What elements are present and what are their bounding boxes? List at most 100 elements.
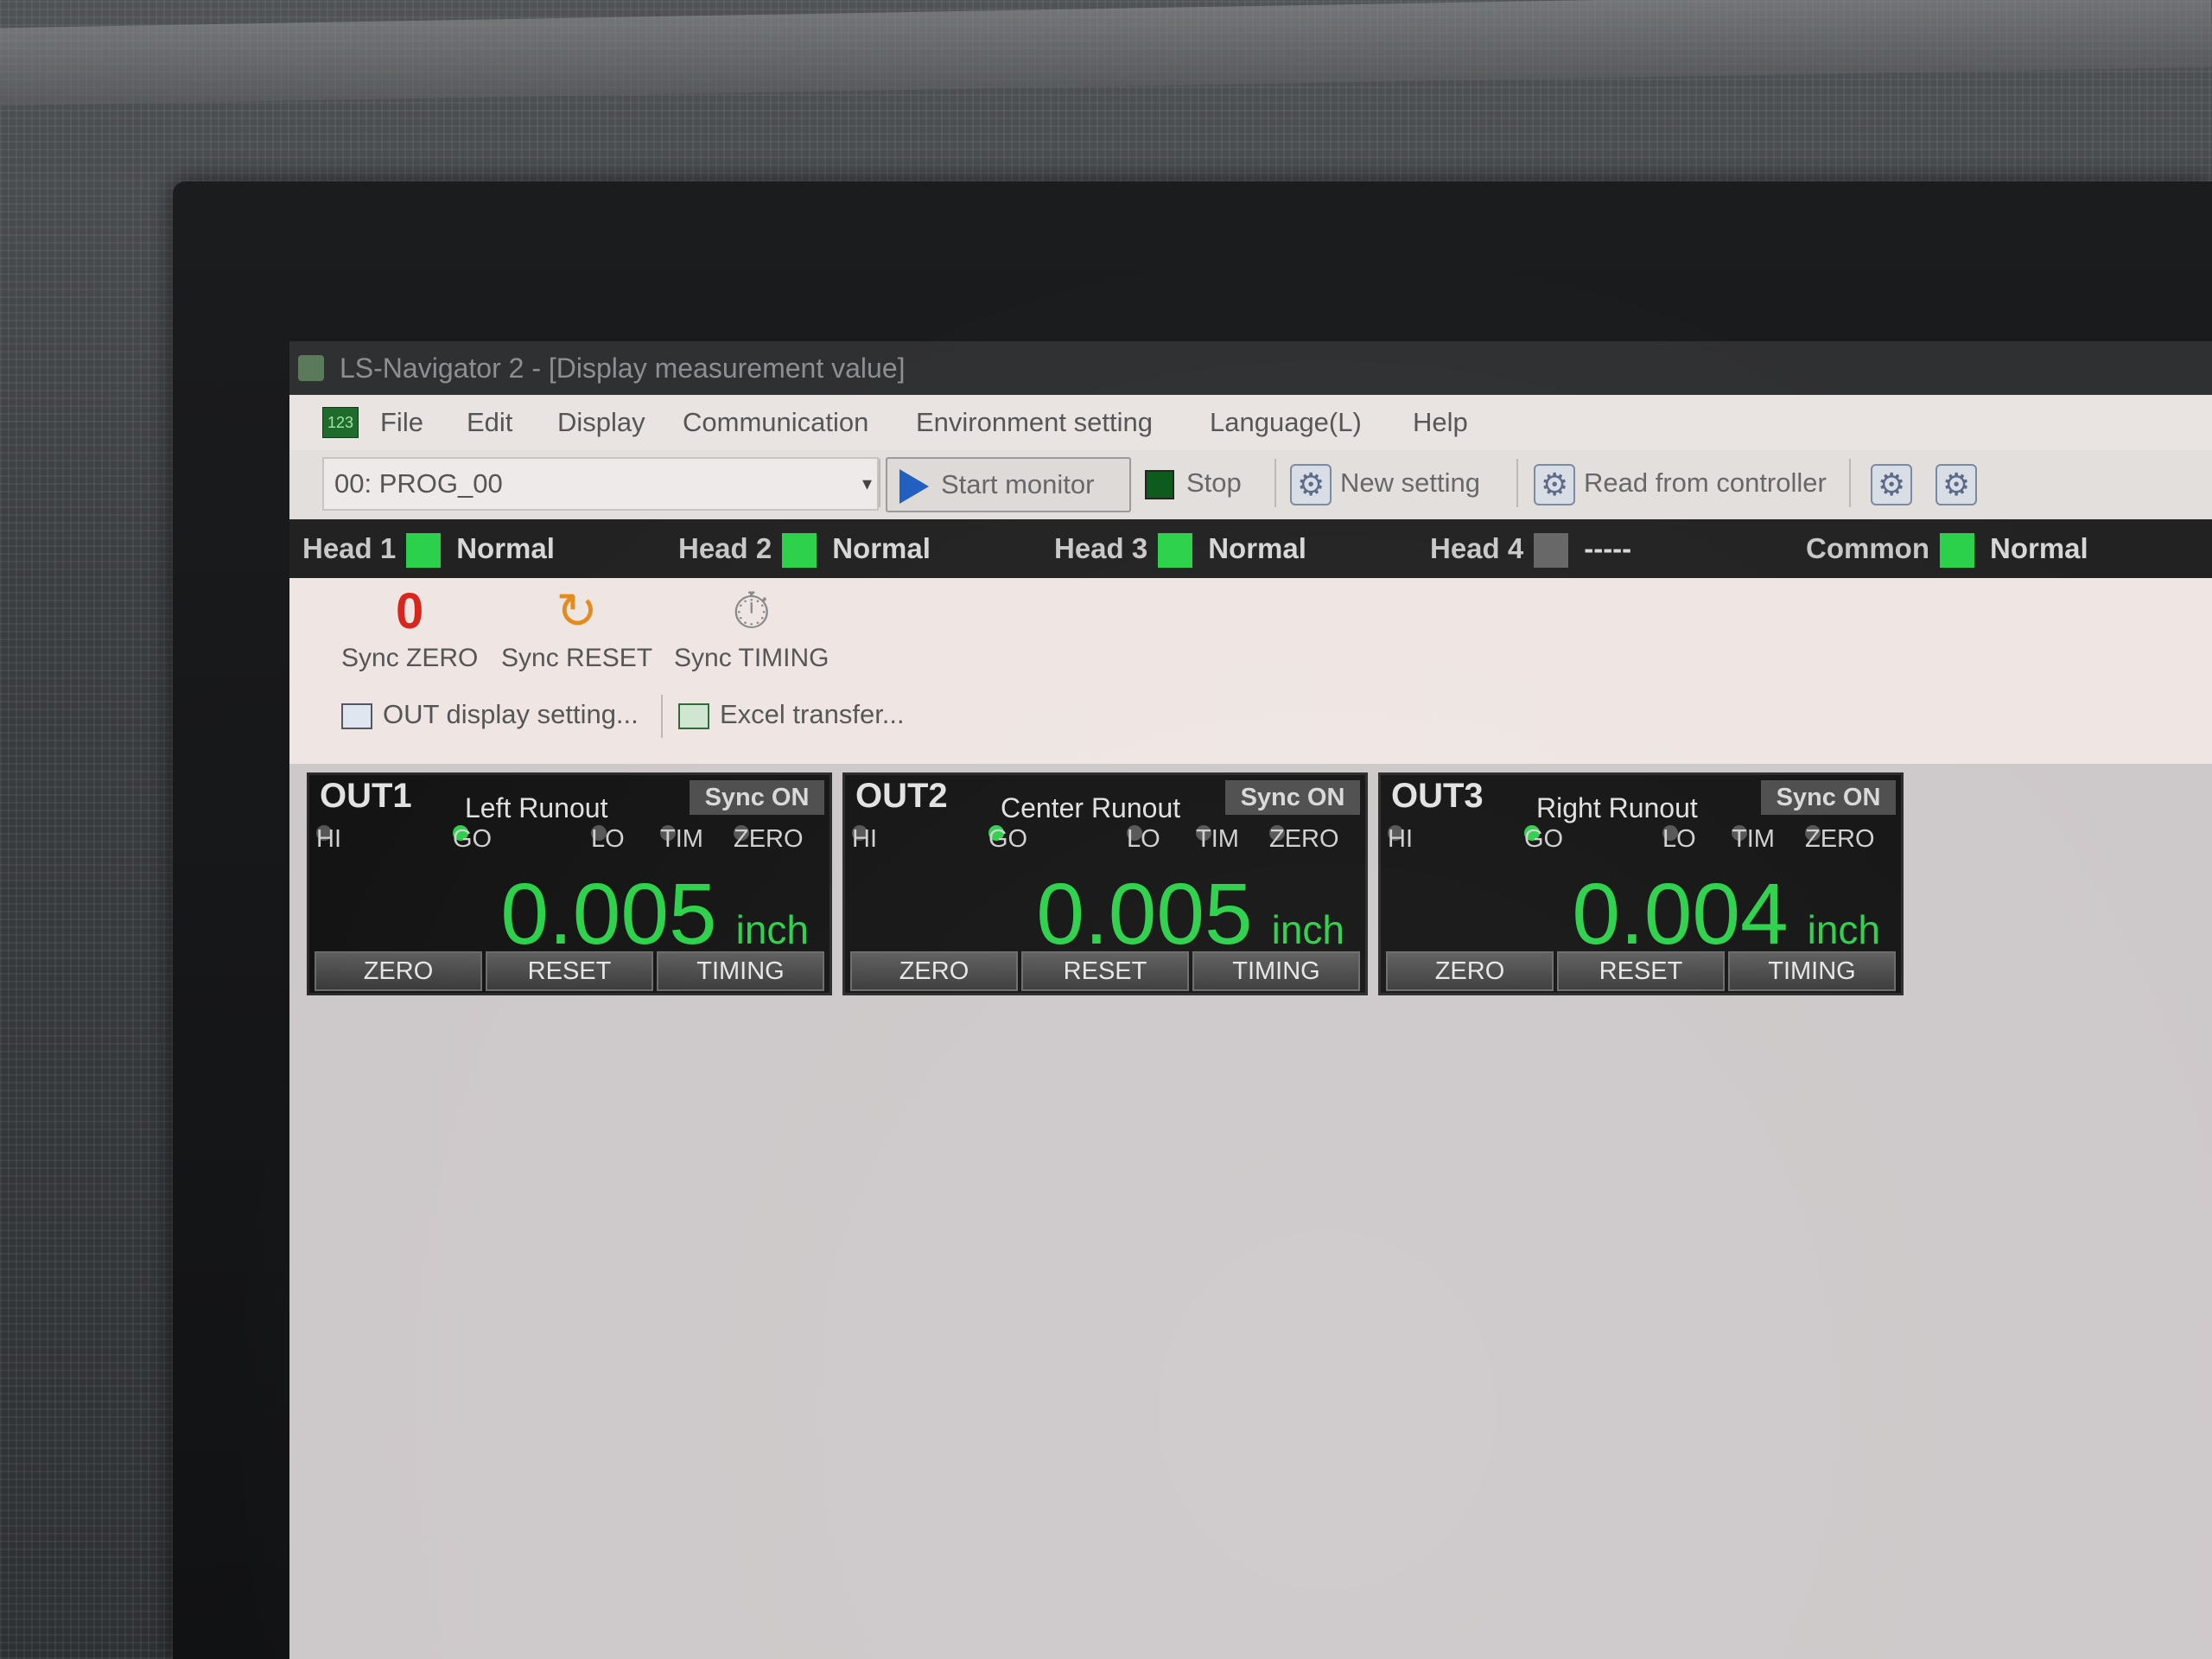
controller-settings-button[interactable] <box>1871 457 1921 511</box>
reset-button[interactable]: RESET <box>1021 951 1189 991</box>
output-panel-2: OUT2 Center Runout Sync ON HI GO LO TIM … <box>842 772 1368 995</box>
zero-button[interactable]: ZERO <box>1386 951 1554 991</box>
toolbar-separator <box>661 695 663 738</box>
sync-timing-label: Sync TIMING <box>674 644 830 672</box>
zero-button[interactable]: ZERO <box>850 951 1018 991</box>
menu-bar: 123 File Edit Display Communication Envi… <box>289 395 2212 450</box>
value-number: 0.004 <box>1572 866 1789 963</box>
zero-icon: 0 <box>396 583 424 639</box>
reset-button[interactable]: RESET <box>486 951 653 991</box>
output-name: OUT3 <box>1391 777 1484 815</box>
start-monitor-label: Start monitor <box>941 469 1095 499</box>
value-number: 0.005 <box>500 866 717 963</box>
value-unit: inch <box>1271 907 1344 952</box>
timing-button[interactable]: TIMING <box>1728 951 1896 991</box>
background-pipe <box>0 0 2212 106</box>
sync-timing-button[interactable]: ⏱ Sync TIMING <box>674 585 829 673</box>
common-state: Normal <box>1990 532 2088 564</box>
head-status-2: Head 2 Normal <box>678 519 931 578</box>
chevron-down-icon[interactable]: ▾ <box>862 459 872 509</box>
head-label: Head 3 <box>1054 532 1148 564</box>
stop-icon <box>1145 469 1174 499</box>
head-status-4: Head 4 ----- <box>1430 519 1631 578</box>
head-state: Normal <box>456 532 555 564</box>
menu-help[interactable]: Help <box>1413 407 1468 438</box>
zero-button[interactable]: ZERO <box>315 951 482 991</box>
status-indicator-icon <box>1158 533 1193 569</box>
sync-on-toggle[interactable]: Sync ON <box>690 780 824 815</box>
toolbar: 00: PROG_00 ▾ Start monitor Stop New set… <box>289 450 2212 520</box>
sync-on-toggle[interactable]: Sync ON <box>1225 780 1360 815</box>
toolbar-separator <box>1849 459 1851 507</box>
reset-button[interactable]: RESET <box>1557 951 1725 991</box>
lo-label: LO <box>591 825 625 853</box>
head-status-1: Head 1 Normal <box>302 519 555 578</box>
read-from-controller-label: Read from controller <box>1584 467 1827 498</box>
device-settings-icon <box>1936 459 1977 511</box>
head-label: Head 1 <box>302 532 397 564</box>
sync-on-toggle[interactable]: Sync ON <box>1761 780 1896 815</box>
status-indicator-icon <box>1940 533 1974 569</box>
zero-label: ZERO <box>734 825 804 853</box>
excel-transfer-label: Excel transfer... <box>720 699 905 729</box>
menu-language[interactable]: Language(L) <box>1210 407 1362 438</box>
measurement-value: 0.005 inch <box>1036 865 1344 964</box>
excel-icon <box>678 702 709 729</box>
tim-label: TIM <box>660 825 703 853</box>
title-bar: LS-Navigator 2 - [Display measurement va… <box>289 341 2212 395</box>
head-state: Normal <box>832 532 931 564</box>
out-display-setting-button[interactable]: OUT display setting... <box>341 699 639 730</box>
judgement-row: HI GO LO TIM ZERO <box>1386 825 1896 856</box>
zero-label: ZERO <box>1805 825 1875 853</box>
stop-button[interactable]: Stop <box>1145 457 1242 509</box>
excel-transfer-button[interactable]: Excel transfer... <box>678 699 905 730</box>
program-select[interactable]: 00: PROG_00 ▾ <box>322 457 879 511</box>
menu-app-icon[interactable]: 123 <box>322 407 359 438</box>
sync-reset-label: Sync RESET <box>501 644 653 672</box>
sync-reset-button[interactable]: ↻ Sync RESET <box>501 585 652 673</box>
reset-icon: ↻ <box>556 583 598 639</box>
timing-button[interactable]: TIMING <box>1192 951 1360 991</box>
head-state: Normal <box>1208 532 1306 564</box>
value-unit: inch <box>735 907 809 952</box>
measurement-value: 0.005 inch <box>500 865 809 964</box>
head-status-bar: Head 1 Normal Head 2 Normal Head 3 Normal H… <box>289 519 2212 578</box>
tim-label: TIM <box>1196 825 1239 853</box>
menu-environment-setting[interactable]: Environment setting <box>916 407 1153 438</box>
toolbar-separator <box>879 459 880 507</box>
status-indicator-icon <box>1534 533 1569 569</box>
controller-settings-icon <box>1871 459 1912 511</box>
output-name: OUT2 <box>855 777 948 815</box>
device-settings-button[interactable] <box>1936 457 1986 511</box>
read-from-controller-button[interactable]: Read from controller <box>1534 457 1827 511</box>
stop-label: Stop <box>1186 467 1242 498</box>
output-panel-1: OUT1 Left Runout Sync ON HI GO LO TIM ZE… <box>307 772 832 995</box>
play-icon <box>899 468 929 504</box>
window-title: LS-Navigator 2 - [Display measurement va… <box>340 353 906 384</box>
go-label: GO <box>453 825 493 853</box>
judgement-row: HI GO LO TIM ZERO <box>315 825 824 856</box>
lo-label: LO <box>1662 825 1696 853</box>
lo-label: LO <box>1127 825 1160 853</box>
start-monitor-button[interactable]: Start monitor <box>886 457 1131 512</box>
menu-file[interactable]: File <box>380 407 423 438</box>
new-setting-icon <box>1290 459 1332 511</box>
new-setting-button[interactable]: New setting <box>1290 457 1480 511</box>
common-label: Common <box>1806 532 1929 564</box>
menu-display[interactable]: Display <box>557 407 645 438</box>
timing-button[interactable]: TIMING <box>657 951 824 991</box>
sync-zero-button[interactable]: 0 Sync ZERO <box>341 585 478 673</box>
head-label: Head 4 <box>1430 532 1524 564</box>
common-status: Common Normal <box>1806 519 2088 578</box>
toolbar-separator <box>1516 459 1518 507</box>
new-setting-label: New setting <box>1340 467 1480 498</box>
menu-communication[interactable]: Communication <box>683 407 868 438</box>
output-label: Left Runout <box>465 792 608 823</box>
tim-label: TIM <box>1732 825 1775 853</box>
output-label: Right Runout <box>1536 792 1698 823</box>
status-indicator-icon <box>406 533 442 569</box>
head-status-3: Head 3 Normal <box>1054 519 1306 578</box>
go-label: GO <box>1524 825 1564 853</box>
out-display-setting-label: OUT display setting... <box>383 699 639 729</box>
menu-edit[interactable]: Edit <box>467 407 512 438</box>
